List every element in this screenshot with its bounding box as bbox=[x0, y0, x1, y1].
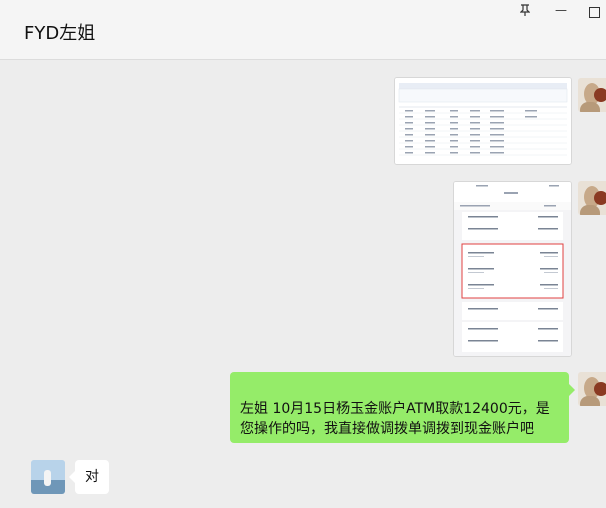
contact-avatar[interactable] bbox=[31, 460, 65, 494]
contact-text-message[interactable]: 对 bbox=[69, 460, 109, 494]
image-message-spreadsheet[interactable] bbox=[394, 77, 572, 165]
maximize-icon[interactable] bbox=[589, 7, 600, 18]
title-bar: FYD左姐 — bbox=[0, 0, 606, 60]
self-avatar[interactable] bbox=[578, 372, 606, 406]
self-avatar[interactable] bbox=[578, 181, 606, 215]
self-text-message[interactable]: 左姐 10月15日杨玉金账户ATM取款12400元，是您操作的吗，我直接做调拨单… bbox=[230, 372, 575, 443]
minimize-icon[interactable]: — bbox=[555, 3, 567, 17]
image-message-bank-transactions[interactable] bbox=[453, 181, 572, 357]
chat-title: FYD左姐 bbox=[24, 23, 96, 44]
pin-icon[interactable] bbox=[519, 4, 531, 20]
self-avatar[interactable] bbox=[578, 78, 606, 112]
